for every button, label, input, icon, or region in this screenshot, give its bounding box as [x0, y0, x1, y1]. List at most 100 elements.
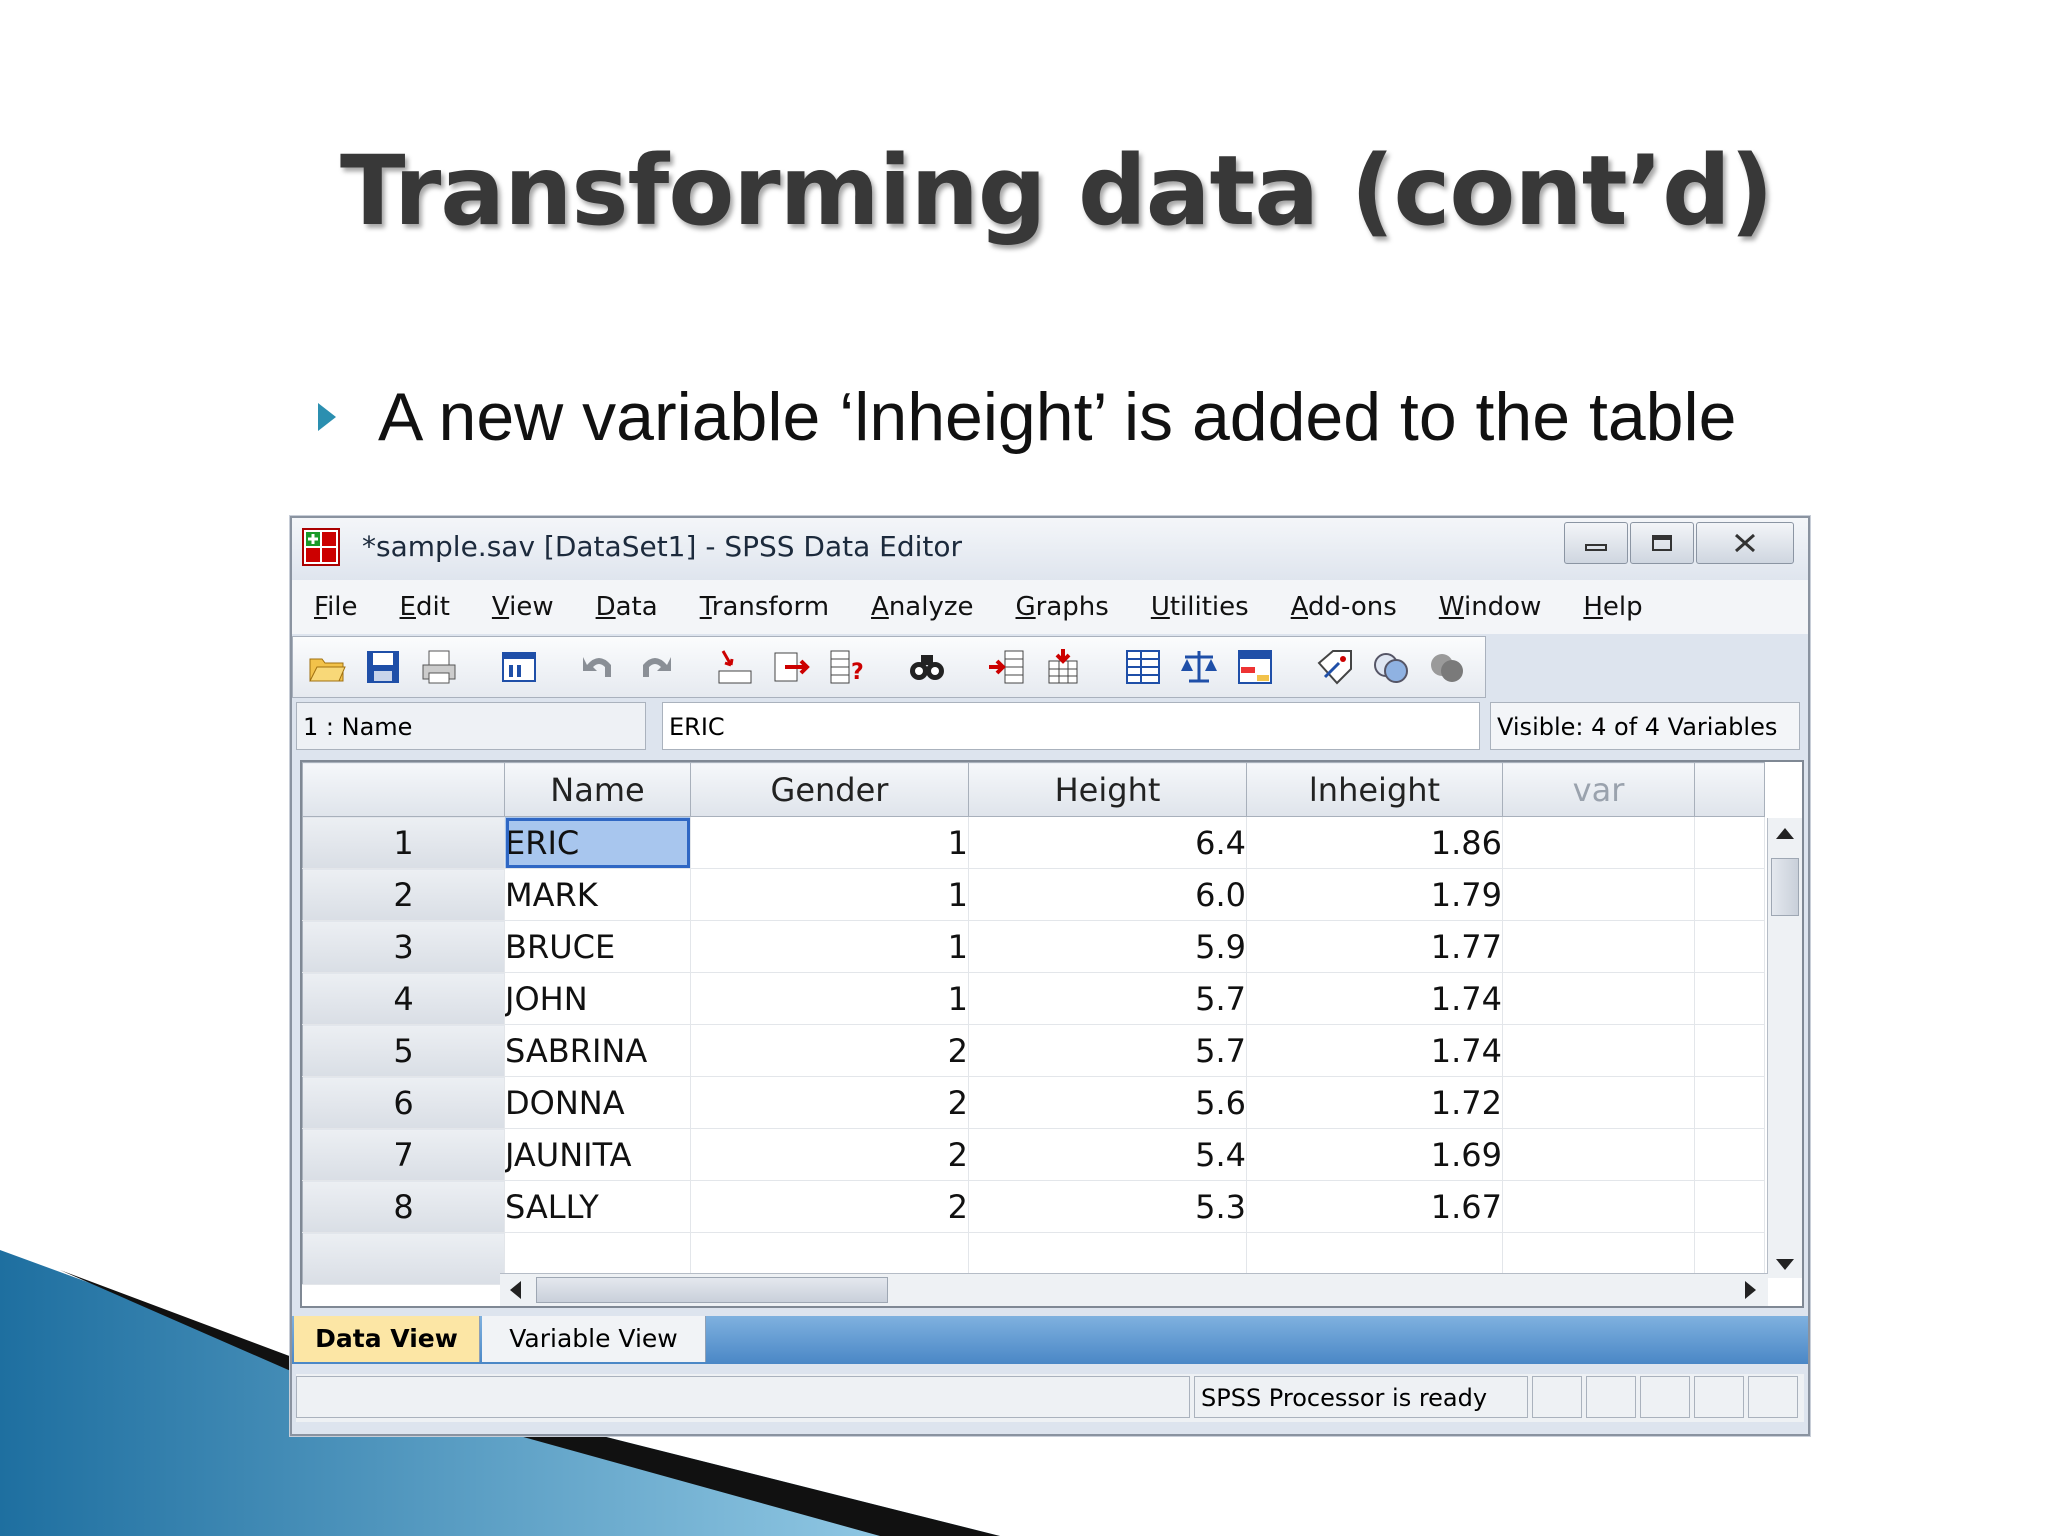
row-number[interactable]: 2	[302, 868, 505, 921]
cell-lnheight[interactable]: 1.72	[1246, 1076, 1503, 1129]
cell-gender[interactable]: 1	[690, 868, 969, 921]
cell-height[interactable]: 5.6	[968, 1076, 1247, 1129]
cell-gender[interactable]: 2	[690, 1180, 969, 1233]
cell-gender[interactable]: 2	[690, 1128, 969, 1181]
scroll-left-arrow-icon[interactable]	[510, 1281, 521, 1299]
cell-lnheight[interactable]: 1.79	[1246, 868, 1503, 921]
cell-gender[interactable]: 1	[690, 816, 969, 869]
menu-analyze[interactable]: Analyze	[871, 592, 973, 622]
row-number[interactable]: 4	[302, 972, 505, 1025]
maximize-button[interactable]	[1630, 522, 1694, 564]
vertical-scrollbar[interactable]	[1767, 818, 1802, 1278]
column-header-gender[interactable]: Gender	[690, 762, 969, 817]
cell-name[interactable]: SABRINA	[504, 1024, 691, 1077]
menu-transform[interactable]: Transform	[700, 592, 829, 622]
title-bar[interactable]: *sample.sav [DataSet1] - SPSS Data Edito…	[292, 518, 1808, 580]
menu-help[interactable]: Help	[1583, 592, 1642, 622]
cell-gender[interactable]: 1	[690, 920, 969, 973]
cell-var[interactable]	[1502, 1180, 1695, 1233]
cell-var[interactable]	[1502, 1076, 1695, 1129]
cell-height[interactable]: 6.0	[968, 868, 1247, 921]
menu-add-ons[interactable]: Add-ons	[1291, 592, 1397, 622]
column-header-name[interactable]: Name	[504, 762, 691, 817]
cell-var[interactable]	[1502, 920, 1695, 973]
close-button[interactable]	[1696, 522, 1794, 564]
cell-name[interactable]: SALLY	[504, 1180, 691, 1233]
undo-button[interactable]	[577, 645, 621, 689]
row-number[interactable]: 3	[302, 920, 505, 973]
horizontal-scroll-thumb[interactable]	[536, 1277, 888, 1303]
variables-button[interactable]: ?	[825, 645, 869, 689]
find-button[interactable]	[905, 645, 949, 689]
menu-window[interactable]: Window	[1439, 592, 1542, 622]
select-cases-button[interactable]	[1233, 645, 1277, 689]
cell-lnheight[interactable]: 1.67	[1246, 1180, 1503, 1233]
cell-name[interactable]: BRUCE	[504, 920, 691, 973]
split-file-button[interactable]	[1121, 645, 1165, 689]
cell-gender[interactable]: 1	[690, 972, 969, 1025]
cell-gender[interactable]: 2	[690, 1076, 969, 1129]
cell-name[interactable]: DONNA	[504, 1076, 691, 1129]
open-button[interactable]	[305, 645, 349, 689]
scroll-up-arrow-icon[interactable]	[1776, 828, 1794, 839]
value-labels-button[interactable]	[1313, 645, 1357, 689]
processor-status: SPSS Processor is ready	[1194, 1376, 1528, 1418]
cell-name-selected[interactable]: ERIC	[504, 816, 691, 869]
row-number[interactable]: 8	[302, 1180, 505, 1233]
print-button[interactable]	[417, 645, 461, 689]
row-number[interactable]: 1	[302, 816, 505, 869]
column-header-var[interactable]: var	[1502, 762, 1695, 817]
cell-var[interactable]	[1502, 972, 1695, 1025]
minimize-button[interactable]	[1564, 522, 1628, 564]
tab-data-view[interactable]: Data View	[294, 1316, 480, 1362]
row-number[interactable]: 6	[302, 1076, 505, 1129]
cell-lnheight[interactable]: 1.74	[1246, 1024, 1503, 1077]
cell-height[interactable]: 5.3	[968, 1180, 1247, 1233]
cell-name[interactable]: MARK	[504, 868, 691, 921]
tab-variable-view[interactable]: Variable View	[482, 1316, 706, 1362]
save-button[interactable]	[361, 645, 405, 689]
cell-name[interactable]: JOHN	[504, 972, 691, 1025]
cell-height[interactable]: 5.4	[968, 1128, 1247, 1181]
weight-cases-button[interactable]	[1177, 645, 1221, 689]
cell-var[interactable]	[1502, 1128, 1695, 1181]
cell-lnheight[interactable]: 1.74	[1246, 972, 1503, 1025]
cell-gender[interactable]: 2	[690, 1024, 969, 1077]
menu-view[interactable]: View	[492, 592, 554, 622]
cell-height[interactable]: 5.7	[968, 1024, 1247, 1077]
menu-file[interactable]: File	[314, 592, 358, 622]
scroll-right-arrow-icon[interactable]	[1745, 1281, 1756, 1299]
cell-value-input[interactable]: ERIC	[662, 702, 1480, 750]
redo-button[interactable]	[633, 645, 677, 689]
cell-lnheight[interactable]: 1.86	[1246, 816, 1503, 869]
cell-lnheight[interactable]: 1.69	[1246, 1128, 1503, 1181]
insert-variable-button[interactable]	[1041, 645, 1085, 689]
goto-variable-button[interactable]	[769, 645, 813, 689]
column-header-height[interactable]: Height	[968, 762, 1247, 817]
cell-var[interactable]	[1502, 868, 1695, 921]
scroll-down-arrow-icon[interactable]	[1776, 1259, 1794, 1270]
cell-var[interactable]	[1502, 1024, 1695, 1077]
corner-cell[interactable]	[302, 762, 505, 817]
column-header-lnheight[interactable]: lnheight	[1246, 762, 1503, 817]
cell-height[interactable]: 6.4	[968, 816, 1247, 869]
cell-var[interactable]	[1502, 816, 1695, 869]
insert-cases-button[interactable]	[985, 645, 1029, 689]
row-number[interactable]: 7	[302, 1128, 505, 1181]
cell-name[interactable]: JAUNITA	[504, 1128, 691, 1181]
cell-height[interactable]: 5.7	[968, 972, 1247, 1025]
use-sets-button[interactable]	[1369, 645, 1413, 689]
menu-graphs[interactable]: Graphs	[1016, 592, 1109, 622]
cell-height[interactable]: 5.9	[968, 920, 1247, 973]
vertical-scroll-thumb[interactable]	[1771, 858, 1799, 916]
show-all-variables-button[interactable]	[1425, 645, 1469, 689]
row-number[interactable]: 5	[302, 1024, 505, 1077]
goto-case-button[interactable]	[713, 645, 757, 689]
dialog-recall-button[interactable]	[497, 645, 541, 689]
menu-edit[interactable]: Edit	[400, 592, 450, 622]
row-number[interactable]	[302, 1232, 505, 1285]
cell-lnheight[interactable]: 1.77	[1246, 920, 1503, 973]
horizontal-scrollbar[interactable]	[500, 1273, 1768, 1306]
menu-utilities[interactable]: Utilities	[1151, 592, 1249, 622]
menu-data[interactable]: Data	[596, 592, 658, 622]
